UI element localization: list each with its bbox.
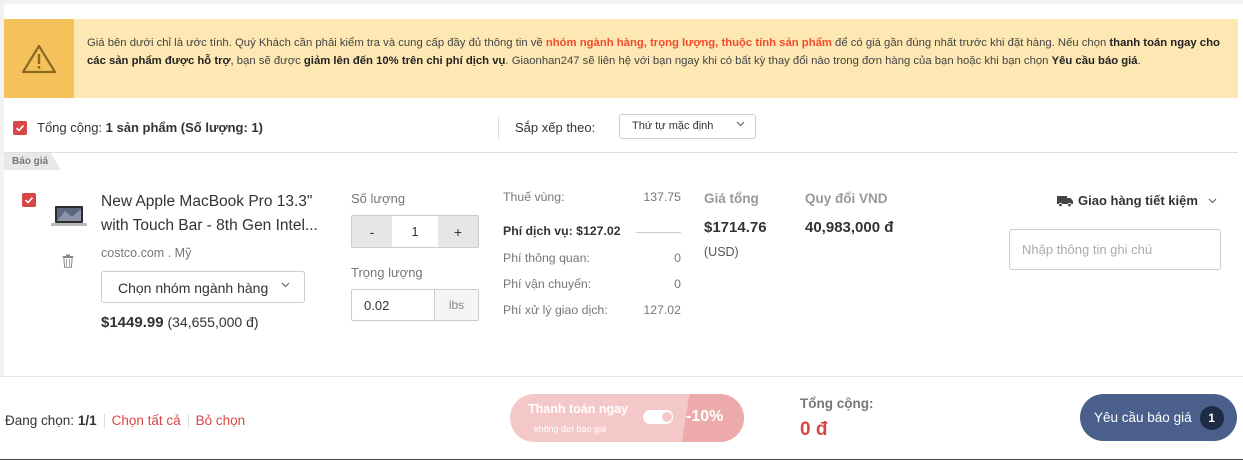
fee-row-shipping: Phí vận chuyển: 0 xyxy=(503,277,681,293)
weight-field: 0.02 lbs xyxy=(351,289,479,321)
category-select-value: Chọn nhóm ngành hàng xyxy=(118,280,269,296)
quantity-stepper: - 1 + xyxy=(351,215,479,248)
trash-icon[interactable] xyxy=(62,254,74,268)
select-all-checkbox[interactable] xyxy=(13,121,27,135)
fee-label: Phí thông quan: xyxy=(503,251,590,265)
select-all-link[interactable]: Chọn tất cả xyxy=(112,413,181,428)
product-name[interactable]: New Apple MacBook Pro 13.3" with Touch B… xyxy=(101,190,337,238)
toggle-switch-icon[interactable] xyxy=(643,410,673,424)
fee-label: Phí dịch vụ: xyxy=(503,224,573,238)
note-field xyxy=(1009,229,1221,270)
product-thumbnail[interactable] xyxy=(50,205,88,227)
request-quote-button[interactable]: Yêu cầu báo giá 1 xyxy=(1080,394,1237,441)
fee-label: Thuế vùng: xyxy=(503,190,565,204)
fee-value: 137.75 xyxy=(643,190,681,204)
weight-unit: lbs xyxy=(434,290,478,320)
check-icon xyxy=(24,196,34,204)
separator xyxy=(187,413,189,428)
pay-now-button[interactable]: Thanh toán ngay không đợi báo giá -10% xyxy=(510,394,744,442)
total-price-unit: (USD) xyxy=(704,245,739,259)
weight-label: Trọng lượng xyxy=(351,265,423,280)
item-checkbox[interactable] xyxy=(22,193,36,207)
warning-banner: Giá bên dưới chỉ là ước tính. Quý Khách … xyxy=(4,19,1238,98)
sort-select[interactable]: Thứ tự mặc định xyxy=(619,114,756,139)
product-country: Mỹ xyxy=(174,246,192,260)
category-select[interactable]: Chọn nhóm ngành hàng xyxy=(101,271,305,303)
warning-text: Giá bên dưới chỉ là ước tính. Quý Khách … xyxy=(87,37,1220,67)
fee-value: 0 xyxy=(674,251,681,265)
check-icon xyxy=(15,124,25,132)
deselect-link[interactable]: Bỏ chọn xyxy=(196,413,246,428)
total-price-usd: $1714.76 xyxy=(704,219,767,236)
fee-divider xyxy=(636,232,681,233)
pay-now-label: Thanh toán ngay xyxy=(528,402,628,416)
shipping-method-label: Giao hàng tiết kiệm xyxy=(1078,193,1198,208)
total-price-label: Giá tổng xyxy=(704,191,759,206)
chevron-down-icon xyxy=(1208,198,1217,203)
fee-label: Phí xử lý giao dịch: xyxy=(503,303,608,317)
sort-select-value: Thứ tự mặc định xyxy=(632,120,714,132)
product-source: costco.com . Mỹ xyxy=(101,246,191,260)
fee-label: Phí vận chuyển: xyxy=(503,277,592,291)
request-quote-label: Yêu cầu báo giá xyxy=(1094,410,1192,425)
source-separator: . xyxy=(167,246,172,260)
note-input[interactable] xyxy=(1010,230,1220,269)
selecting-label: Đang chọn: xyxy=(5,413,75,428)
request-quote-count-badge: 1 xyxy=(1199,405,1224,430)
vnd-conversion-value: 40,983,000 đ xyxy=(805,219,894,236)
quantity-minus-button[interactable]: - xyxy=(352,216,392,247)
vnd-conversion-label: Quy đổi VND xyxy=(805,191,888,206)
warning-icon xyxy=(4,19,74,98)
sort-label: Sắp xếp theo: xyxy=(515,120,596,135)
footer-total-value: 0 đ xyxy=(800,419,828,440)
product-name-line1: New Apple MacBook Pro 13.3" xyxy=(101,193,313,210)
summary-text: Tổng cộng: 1 sản phẩm (Số lượng: 1) xyxy=(37,120,263,135)
weight-input[interactable]: 0.02 xyxy=(352,290,434,320)
truck-icon xyxy=(1057,195,1073,207)
divider xyxy=(498,117,499,139)
fee-row-customs: Phí thông quan: 0 xyxy=(503,251,681,267)
selection-info: Đang chọn: 1/1 Chọn tất cả Bỏ chọn xyxy=(5,413,245,428)
product-store: costco.com xyxy=(101,246,165,260)
checkout-footer: Đang chọn: 1/1 Chọn tất cả Bỏ chọn Thanh… xyxy=(0,376,1243,460)
quantity-input[interactable]: 1 xyxy=(392,216,438,247)
quantity-label: Số lượng xyxy=(351,191,406,206)
product-price-vnd: (34,655,000 đ) xyxy=(167,314,259,330)
fee-row-processing: Phí xử lý giao dịch: 127.02 xyxy=(503,303,681,319)
fee-value: $127.02 xyxy=(576,224,621,238)
selecting-count: 1/1 xyxy=(77,413,97,428)
product-price-usd: $1449.99 xyxy=(101,314,164,331)
fee-value: 127.02 xyxy=(643,303,681,317)
fee-row-vat: Thuế vùng: 137.75 xyxy=(503,190,681,206)
fee-value: 0 xyxy=(674,277,681,291)
summary-bar: Tổng cộng: 1 sản phẩm (Số lượng: 1) Sắp … xyxy=(4,108,1238,153)
chevron-down-icon xyxy=(736,121,745,127)
pay-now-sublabel: không đợi báo giá xyxy=(534,424,606,434)
shipping-method-select[interactable]: Giao hàng tiết kiệm xyxy=(1057,193,1217,208)
separator xyxy=(103,413,105,428)
product-name-line2: with Touch Bar - 8th Gen Intel... xyxy=(101,217,318,234)
product-price: $1449.99 (34,655,000 đ) xyxy=(101,314,259,331)
footer-total-label: Tổng cộng: xyxy=(800,396,874,411)
quantity-plus-button[interactable]: + xyxy=(438,216,478,247)
discount-badge: -10% xyxy=(682,394,744,442)
chevron-down-icon xyxy=(281,282,290,288)
